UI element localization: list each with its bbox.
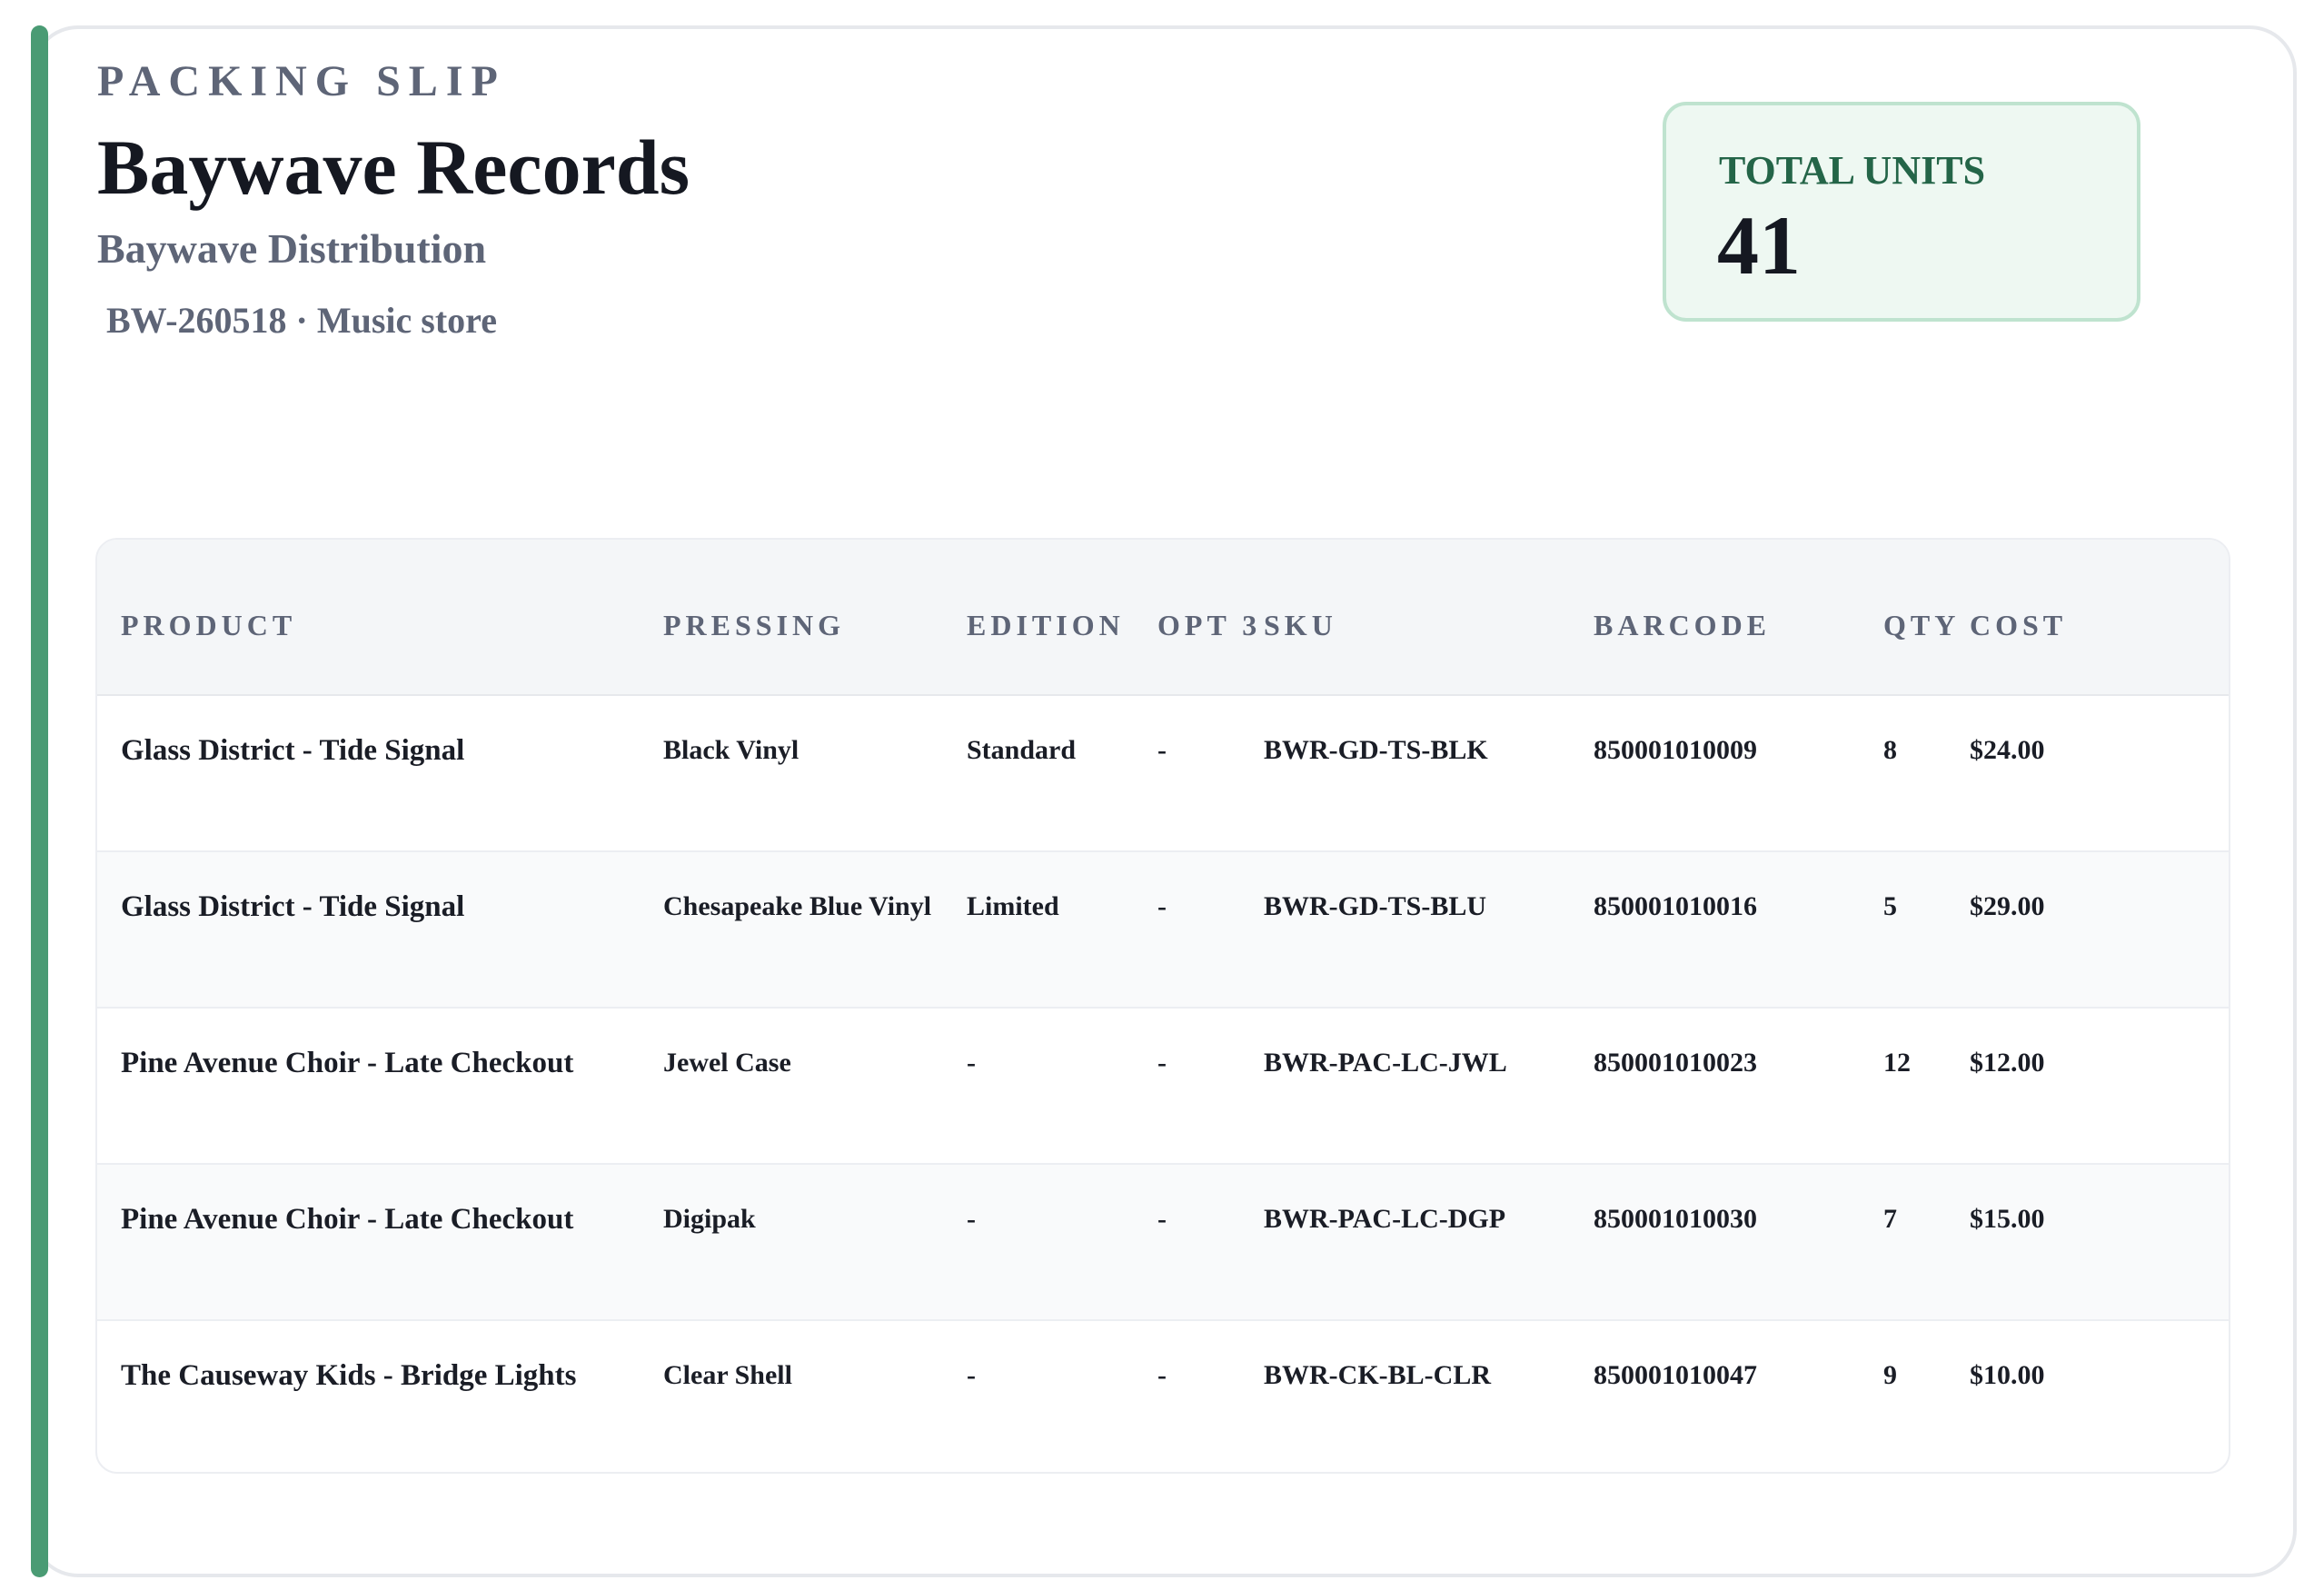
column-header-barcode: BARCODE — [1594, 609, 1772, 641]
column-header-sku: SKU — [1264, 609, 1337, 641]
cell-cost: $15.00 — [1970, 1204, 2045, 1234]
cell-qty: 8 — [1883, 735, 1897, 765]
total-units-card: TOTAL UNITS 41 — [1663, 102, 2140, 322]
cell-sku: BWR-GD-TS-BLK — [1264, 735, 1488, 765]
total-units-value: 41 — [1717, 199, 1801, 292]
cell-cost: $29.00 — [1970, 891, 2045, 921]
cell-pressing: Black Vinyl — [663, 735, 799, 765]
cell-product: Glass District - Tide Signal — [121, 890, 465, 923]
items-table: PRODUCT PRESSING EDITION OPT 3 SKU BARCO… — [95, 538, 2230, 1474]
cell-qty: 7 — [1883, 1204, 1897, 1234]
cell-qty: 12 — [1883, 1048, 1911, 1078]
store-name: Baywave Records — [97, 124, 690, 211]
column-header-edition: EDITION — [967, 609, 1125, 641]
cell-opt3: - — [1157, 1360, 1167, 1390]
cell-qty: 5 — [1883, 891, 1897, 921]
cell-cost: $24.00 — [1970, 735, 2045, 765]
cell-product: Pine Avenue Choir - Late Checkout — [121, 1203, 574, 1236]
cell-barcode: 850001010047 — [1594, 1360, 1757, 1390]
document-type-label: PACKING SLIP — [97, 57, 506, 105]
cell-sku: BWR-PAC-LC-JWL — [1264, 1048, 1507, 1078]
cell-pressing: Chesapeake Blue Vinyl — [663, 891, 932, 921]
cell-pressing: Digipak — [663, 1204, 756, 1234]
cell-qty: 9 — [1883, 1360, 1897, 1390]
cell-edition: Standard — [967, 735, 1077, 765]
cell-opt3: - — [1157, 1204, 1167, 1234]
column-header-cost: COST — [1970, 609, 2068, 641]
cell-sku: BWR-PAC-LC-DGP — [1264, 1204, 1506, 1234]
order-meta: BW-260518 · Music store — [106, 300, 497, 341]
table-row: The Causeway Kids - Bridge Lights Clear … — [97, 1321, 2229, 1472]
cell-barcode: 850001010009 — [1594, 735, 1757, 765]
cell-pressing: Clear Shell — [663, 1360, 792, 1390]
cell-barcode: 850001010016 — [1594, 891, 1757, 921]
cell-cost: $12.00 — [1970, 1048, 2045, 1078]
cell-opt3: - — [1157, 891, 1167, 921]
cell-edition: - — [967, 1204, 976, 1234]
cell-barcode: 850001010023 — [1594, 1048, 1757, 1078]
cell-edition: - — [967, 1048, 976, 1078]
cell-sku: BWR-CK-BL-CLR — [1264, 1360, 1492, 1390]
table-header: PRODUCT PRESSING EDITION OPT 3 SKU BARCO… — [97, 540, 2229, 696]
cell-sku: BWR-GD-TS-BLU — [1264, 891, 1487, 921]
column-header-opt3: OPT 3 — [1157, 609, 1262, 641]
table-row: Pine Avenue Choir - Late Checkout Digipa… — [97, 1165, 2229, 1321]
cell-edition: - — [967, 1360, 976, 1390]
column-header-pressing: PRESSING — [663, 609, 846, 641]
cell-cost: $10.00 — [1970, 1360, 2045, 1390]
cell-barcode: 850001010030 — [1594, 1204, 1757, 1234]
cell-product: Glass District - Tide Signal — [121, 734, 465, 767]
cell-product: The Causeway Kids - Bridge Lights — [121, 1359, 577, 1392]
accent-bar — [31, 25, 48, 1577]
cell-pressing: Jewel Case — [663, 1048, 791, 1078]
table-row: Pine Avenue Choir - Late Checkout Jewel … — [97, 1009, 2229, 1165]
cell-opt3: - — [1157, 1048, 1167, 1078]
total-units-label: TOTAL UNITS — [1719, 148, 1986, 193]
column-header-product: PRODUCT — [121, 609, 297, 641]
cell-edition: Limited — [967, 891, 1059, 921]
cell-opt3: - — [1157, 735, 1167, 765]
distributor-name: Baywave Distribution — [97, 225, 487, 272]
table-row: Glass District - Tide Signal Chesapeake … — [97, 852, 2229, 1009]
column-header-qty: QTY — [1883, 609, 1961, 641]
cell-product: Pine Avenue Choir - Late Checkout — [121, 1047, 574, 1079]
table-row: Glass District - Tide Signal Black Vinyl… — [97, 696, 2229, 852]
